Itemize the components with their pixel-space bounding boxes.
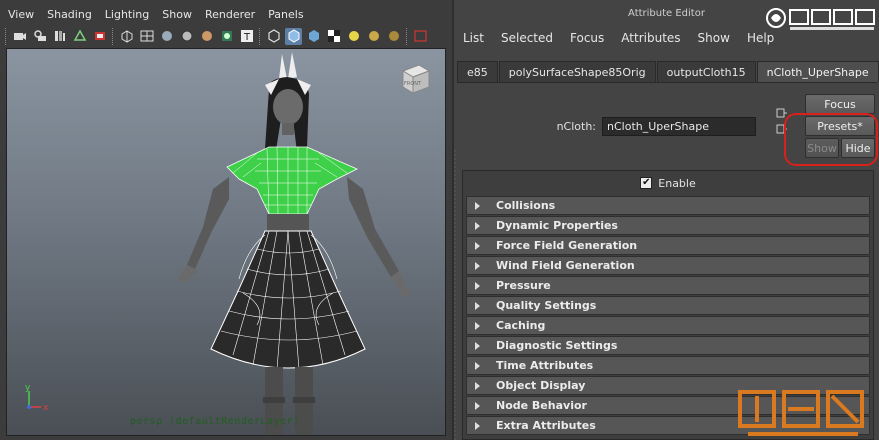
- expand-arrow-icon: [475, 381, 480, 390]
- viewport-menu-show[interactable]: Show: [162, 8, 192, 21]
- expand-arrow-icon: [475, 321, 480, 330]
- axis-indicator: y x: [21, 383, 51, 413]
- ae-menu-focus[interactable]: Focus: [570, 31, 604, 45]
- section-label: Pressure: [496, 279, 551, 292]
- focus-button[interactable]: Focus: [805, 94, 875, 114]
- section-label: Caching: [496, 319, 546, 332]
- ae-menu-list[interactable]: List: [463, 31, 484, 45]
- expand-arrow-icon: [475, 341, 480, 350]
- svg-text:T: T: [243, 32, 251, 43]
- section-label: Dynamic Properties: [496, 219, 618, 232]
- highlight-annotation: [784, 113, 878, 166]
- toolbar-separator: [259, 27, 261, 45]
- node-tabs: e85 polySurfaceShape85Orig outputCloth15…: [457, 61, 879, 83]
- section-wind-field-generation[interactable]: Wind Field Generation: [466, 256, 870, 275]
- image-plane-icon[interactable]: [71, 28, 88, 45]
- section-label: Node Behavior: [496, 399, 587, 412]
- x-ray-joints-icon[interactable]: [305, 28, 322, 45]
- expand-arrow-icon: [475, 261, 480, 270]
- ae-menu-selected[interactable]: Selected: [501, 31, 553, 45]
- toolbar-grip: [5, 27, 7, 45]
- default-material-icon[interactable]: [365, 28, 382, 45]
- high-quality-icon[interactable]: [345, 28, 362, 45]
- viewport-canvas[interactable]: FRONT y x persp (defaultRenderLayer): [6, 48, 446, 436]
- tab-e85[interactable]: e85: [457, 61, 498, 82]
- narkii-watermark-logo: [738, 390, 879, 440]
- shade-wireframe-icon[interactable]: [178, 28, 195, 45]
- viewport-menu-lighting[interactable]: Lighting: [105, 8, 149, 21]
- viewcube-front-label: FRONT: [404, 81, 422, 87]
- section-diagnostic-settings[interactable]: Diagnostic Settings: [466, 336, 870, 355]
- attribute-editor: Attribute Editor List Selected Focus Att…: [452, 0, 879, 440]
- window-title: Attribute Editor: [628, 7, 705, 19]
- enable-row: ✔ Enable: [463, 171, 873, 195]
- node-name-field[interactable]: [602, 116, 756, 136]
- tab-outputcloth15[interactable]: outputCloth15: [656, 61, 756, 82]
- section-label: Diagnostic Settings: [496, 339, 618, 352]
- expand-arrow-icon: [475, 301, 480, 310]
- grid-icon[interactable]: [138, 28, 155, 45]
- character-model[interactable]: [7, 49, 446, 436]
- node-name-row: nCloth:: [454, 115, 774, 137]
- section-time-attributes[interactable]: Time Attributes: [466, 356, 870, 375]
- expand-arrow-icon: [475, 241, 480, 250]
- expand-arrow-icon: [475, 401, 480, 410]
- two-d-pan-zoom-icon[interactable]: [91, 28, 108, 45]
- section-label: Force Field Generation: [496, 239, 638, 252]
- toolbar-separator: [112, 27, 114, 45]
- bookmark-icon[interactable]: [51, 28, 68, 45]
- checker-icon[interactable]: [325, 28, 342, 45]
- toolbar-separator: [406, 27, 408, 45]
- viewcube[interactable]: FRONT: [399, 61, 433, 95]
- section-label: Extra Attributes: [496, 419, 596, 432]
- textured-icon[interactable]: [198, 28, 215, 45]
- use-all-lights-icon[interactable]: [385, 28, 402, 45]
- lights-icon[interactable]: [218, 28, 235, 45]
- tab-polysurfaceshape85orig[interactable]: polySurfaceShape85Orig: [498, 61, 656, 82]
- section-collisions[interactable]: Collisions: [466, 196, 870, 215]
- section-caching[interactable]: Caching: [466, 316, 870, 335]
- section-pressure[interactable]: Pressure: [466, 276, 870, 295]
- expand-arrow-icon: [475, 361, 480, 370]
- expand-arrow-icon: [475, 221, 480, 230]
- wireframe-icon[interactable]: [118, 28, 135, 45]
- ae-menu-show[interactable]: Show: [698, 31, 730, 45]
- select-camera-icon[interactable]: [11, 28, 28, 45]
- section-dynamic-properties[interactable]: Dynamic Properties: [466, 216, 870, 235]
- enable-label: Enable: [658, 176, 696, 190]
- viewport-menubar: View Shading Lighting Show Renderer Pane…: [0, 4, 452, 24]
- node-name-label: nCloth:: [556, 119, 596, 133]
- axis-x-label: x: [43, 403, 49, 413]
- expand-arrow-icon: [475, 281, 480, 290]
- hxsd-watermark-logo: [764, 4, 879, 34]
- expand-arrow-icon: [475, 201, 480, 210]
- viewport-menu-shading[interactable]: Shading: [47, 8, 92, 21]
- expand-arrow-icon: [475, 421, 480, 430]
- viewport-panel: View Shading Lighting Show Renderer Pane…: [0, 0, 452, 440]
- section-force-field-generation[interactable]: Force Field Generation: [466, 236, 870, 255]
- section-label: Object Display: [496, 379, 586, 392]
- text-icon[interactable]: T: [238, 28, 255, 45]
- resolution-gate-icon[interactable]: [412, 28, 429, 45]
- camera-attributes-icon[interactable]: [31, 28, 48, 45]
- viewport-menu-panels[interactable]: Panels: [268, 8, 303, 21]
- ae-menu-attributes[interactable]: Attributes: [621, 31, 680, 45]
- viewport-menu-renderer[interactable]: Renderer: [205, 8, 255, 21]
- viewport-toolbar: T: [4, 25, 450, 47]
- tab-ncloth-upershape[interactable]: nCloth_UperShape: [756, 61, 879, 82]
- section-label: Quality Settings: [496, 299, 597, 312]
- section-quality-settings[interactable]: Quality Settings: [466, 296, 870, 315]
- panel-splitter[interactable]: [452, 150, 458, 440]
- enable-checkbox[interactable]: ✔: [640, 177, 653, 189]
- section-label: Collisions: [496, 199, 556, 212]
- axis-y-label: y: [25, 383, 31, 393]
- x-ray-icon[interactable]: [285, 27, 302, 45]
- section-label: Wind Field Generation: [496, 259, 635, 272]
- viewport-menu-view[interactable]: View: [8, 8, 34, 21]
- isolate-select-icon[interactable]: [265, 28, 282, 45]
- smooth-shade-icon[interactable]: [158, 28, 175, 45]
- section-label: Time Attributes: [496, 359, 594, 372]
- camera-label: persp (defaultRenderLayer): [130, 416, 300, 427]
